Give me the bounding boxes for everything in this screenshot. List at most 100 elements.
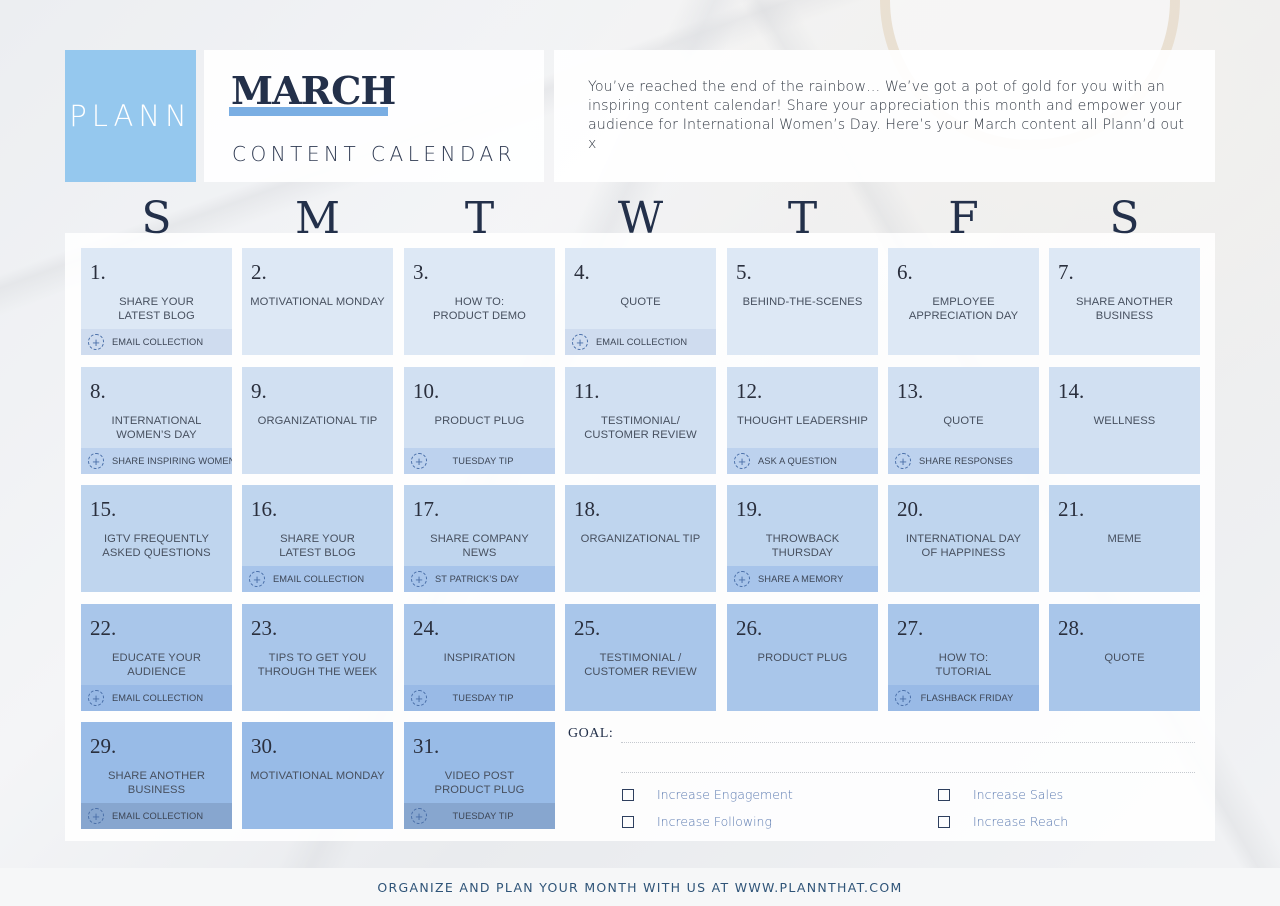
day-topic: PRODUCT PLUG (434, 415, 525, 427)
day-cell[interactable]: 20. INTERNATIONAL DAY OF HAPPINESS (888, 485, 1039, 592)
day-tag-label: TUESDAY TIP (452, 456, 514, 466)
day-cell[interactable]: 23. TIPS TO GET YOU THROUGH THE WEEK (242, 604, 393, 711)
day-tag[interactable]: + EMAIL COLLECTION (242, 566, 393, 592)
plus-circle-icon: + (411, 571, 427, 587)
weekday-label: S (141, 193, 172, 244)
day-number: 25. (574, 616, 601, 640)
day-cell[interactable]: 7. SHARE ANOTHER BUSINESS (1049, 248, 1200, 355)
day-cell[interactable]: 11. TESTIMONIAL/ CUSTOMER REVIEW (565, 367, 716, 474)
day-topic: QUOTE (620, 296, 661, 308)
day-tag[interactable]: + SHARE RESPONSES (888, 448, 1039, 474)
plus-circle-icon: + (411, 690, 427, 706)
goal-option-label: Increase Reach (973, 814, 1069, 829)
day-number: 6. (897, 260, 913, 284)
day-cell[interactable]: 31. VIDEO POST PRODUCT PLUG + TUESDAY TIP (404, 722, 555, 829)
day-cell[interactable]: 16. SHARE YOUR LATEST BLOG + EMAIL COLLECTI… (242, 485, 393, 592)
day-topic: MOTIVATIONAL MONDAY (250, 296, 385, 308)
day-cell[interactable]: 6. EMPLOYEE APPRECIATION DAY (888, 248, 1039, 355)
day-topic: TESTIMONIAL/ CUSTOMER REVIEW (584, 415, 697, 441)
day-cell[interactable]: 1. SHARE YOUR LATEST BLOG + EMAIL COLLECTIO… (81, 248, 232, 355)
day-number: 12. (736, 379, 763, 403)
day-number: 31. (413, 734, 440, 758)
day-topic: TESTIMONIAL / CUSTOMER REVIEW (584, 652, 697, 678)
goal-option-engagement[interactable]: Increase Engagement (622, 787, 793, 802)
checkbox-icon[interactable] (622, 815, 634, 828)
day-tag-label: EMAIL COLLECTION (112, 693, 204, 703)
day-cell[interactable]: 3. HOW TO: PRODUCT DEMO (404, 248, 555, 355)
day-tag[interactable]: + TUESDAY TIP (404, 803, 555, 829)
day-cell[interactable]: 26. PRODUCT PLUG (727, 604, 878, 711)
day-tag[interactable]: + TUESDAY TIP (404, 685, 555, 711)
day-number: 10. (413, 379, 440, 403)
day-topic: INTERNATIONAL WOMEN’S DAY (111, 415, 202, 441)
day-topic: ORGANIZATIONAL TIP (257, 415, 378, 427)
footer-link-text[interactable]: ORGANIZE AND PLAN YOUR MONTH WITH US AT … (377, 880, 902, 895)
day-tag[interactable]: + EMAIL COLLECTION (565, 329, 716, 355)
intro-card: You’ve reached the end of the rainbow… W… (554, 50, 1215, 182)
day-topic: ORGANIZATIONAL TIP (580, 533, 701, 545)
plus-circle-icon: + (411, 808, 427, 824)
day-topic: EDUCATE YOUR AUDIENCE (111, 652, 202, 678)
day-cell[interactable]: 9. ORGANIZATIONAL TIP (242, 367, 393, 474)
day-number: 8. (90, 379, 106, 403)
day-number: 27. (897, 616, 924, 640)
day-cell[interactable]: 21. MEME (1049, 485, 1200, 592)
weekday-label: W (617, 193, 664, 244)
day-cell[interactable]: 17. SHARE COMPANY NEWS + ST PATRICK’S DAY (404, 485, 555, 592)
weekday-label: F (948, 193, 979, 244)
day-cell[interactable]: 13. QUOTE + SHARE RESPONSES (888, 367, 1039, 474)
day-tag-label: EMAIL COLLECTION (596, 337, 688, 347)
day-cell[interactable]: 28. QUOTE (1049, 604, 1200, 711)
day-cell[interactable]: 15. IGTV FREQUENTLY ASKED QUESTIONS (81, 485, 232, 592)
day-tag[interactable]: + ASK A QUESTION (727, 448, 878, 474)
day-cell[interactable]: 25. TESTIMONIAL / CUSTOMER REVIEW (565, 604, 716, 711)
goal-input-line-1[interactable] (621, 742, 1195, 743)
day-topic: SHARE YOUR LATEST BLOG (118, 296, 195, 322)
day-tag[interactable]: + FLASHBACK FRIDAY (888, 685, 1039, 711)
day-topic: SHARE YOUR LATEST BLOG (279, 533, 356, 559)
day-cell[interactable]: 10. PRODUCT PLUG + TUESDAY TIP (404, 367, 555, 474)
checkbox-icon[interactable] (938, 788, 950, 801)
day-cell[interactable]: 30. MOTIVATIONAL MONDAY (242, 722, 393, 829)
day-cell[interactable]: 29. SHARE ANOTHER BUSINESS + EMAIL COLLECTI… (81, 722, 232, 829)
plus-circle-icon: + (734, 571, 750, 587)
day-number: 29. (90, 734, 117, 758)
goal-option-sales[interactable]: Increase Sales (938, 787, 1063, 802)
day-tag[interactable]: + TUESDAY TIP (404, 448, 555, 474)
day-tag-label: EMAIL COLLECTION (112, 811, 204, 821)
day-topic: SHARE ANOTHER BUSINESS (1075, 296, 1174, 322)
day-cell[interactable]: 12. THOUGHT LEADERSHIP + ASK A QUESTION (727, 367, 878, 474)
day-cell[interactable]: 5. BEHIND-THE-SCENES (727, 248, 878, 355)
day-tag[interactable]: + SHARE A MEMORY (727, 566, 878, 592)
day-cell[interactable]: 8. INTERNATIONAL WOMEN’S DAY + SHARE INSPIR… (81, 367, 232, 474)
day-cell[interactable]: 4. QUOTE + EMAIL COLLECTION (565, 248, 716, 355)
day-topic: THROWBACK THURSDAY (765, 533, 840, 559)
day-cell[interactable]: 14. WELLNESS (1049, 367, 1200, 474)
day-tag-label: SHARE A MEMORY (758, 574, 844, 584)
day-cell[interactable]: 19. THROWBACK THURSDAY + SHARE A MEMORY (727, 485, 878, 592)
day-tag[interactable]: + EMAIL COLLECTION (81, 803, 232, 829)
day-cell[interactable]: 2. MOTIVATIONAL MONDAY (242, 248, 393, 355)
day-tag[interactable]: + SHARE INSPIRING WOMEN (81, 448, 232, 474)
day-tag[interactable]: + EMAIL COLLECTION (81, 685, 232, 711)
checkbox-icon[interactable] (938, 815, 950, 828)
goal-option-following[interactable]: Increase Following (622, 814, 772, 829)
day-cell[interactable]: 24. INSPIRATION + TUESDAY TIP (404, 604, 555, 711)
day-topic: VIDEO POST PRODUCT PLUG (434, 770, 525, 796)
day-number: 28. (1058, 616, 1085, 640)
day-tag[interactable]: + EMAIL COLLECTION (81, 329, 232, 355)
goal-input-line-2[interactable] (621, 772, 1195, 773)
goal-option-label: Increase Engagement (657, 787, 793, 802)
weekday-label: T (464, 193, 495, 244)
checkbox-icon[interactable] (622, 788, 634, 801)
goal-option-reach[interactable]: Increase Reach (938, 814, 1068, 829)
title-card: MARCH CONTENT CALENDAR (204, 50, 544, 182)
weekday-label: S (1109, 193, 1140, 244)
day-number: 7. (1058, 260, 1074, 284)
day-cell[interactable]: 27. HOW TO: TUTORIAL + FLASHBACK FRIDAY (888, 604, 1039, 711)
day-tag[interactable]: + ST PATRICK’S DAY (404, 566, 555, 592)
day-tag-label: TUESDAY TIP (452, 693, 514, 703)
day-cell[interactable]: 18. ORGANIZATIONAL TIP (565, 485, 716, 592)
day-cell[interactable]: 22. EDUCATE YOUR AUDIENCE + EMAIL COLLECTIO… (81, 604, 232, 711)
plus-circle-icon: + (411, 453, 427, 469)
